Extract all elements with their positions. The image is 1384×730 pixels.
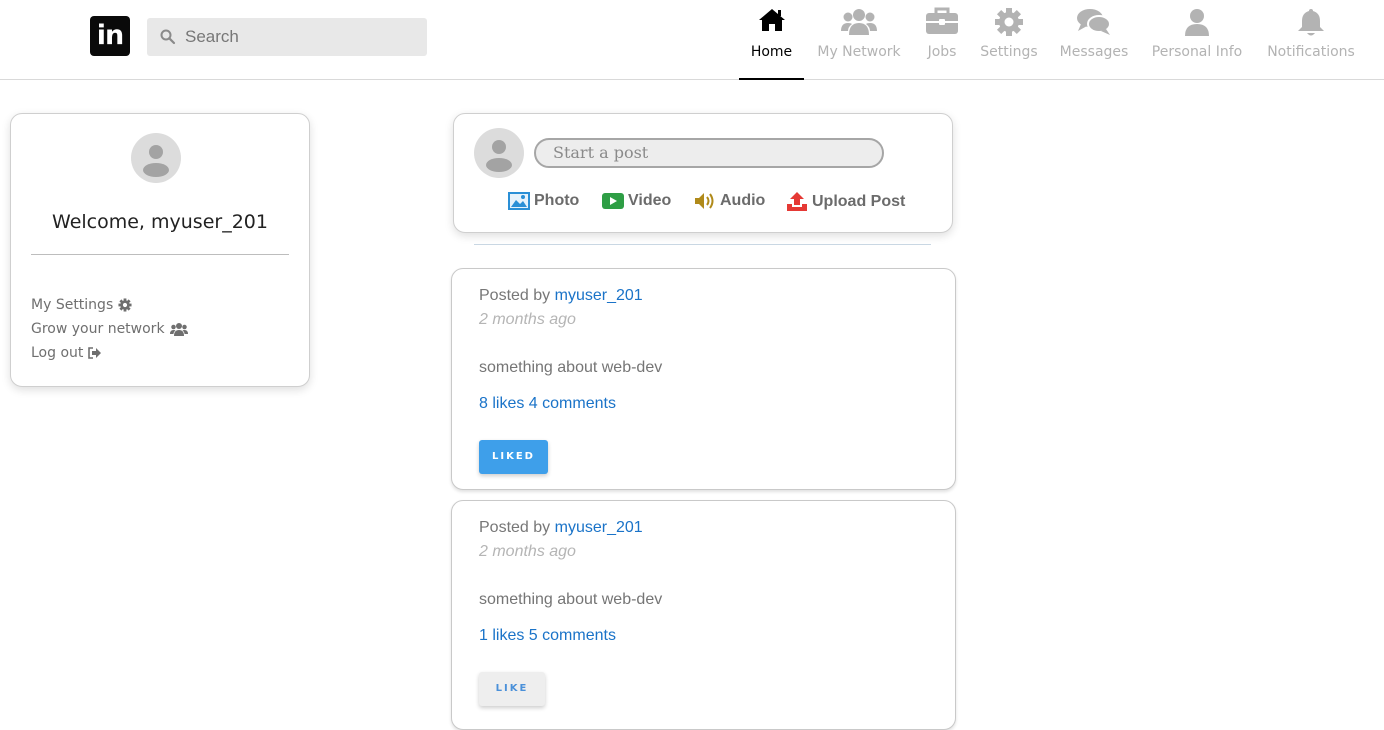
post-byline: Posted by myuser_201: [479, 287, 643, 305]
top-navbar: in Home My Network Jobs Settings Message…: [0, 0, 1384, 80]
nav-personal-info[interactable]: Personal Info: [1150, 0, 1244, 80]
briefcase-icon: [926, 7, 958, 34]
gear-icon: [995, 8, 1023, 36]
action-label: Audio: [720, 192, 766, 209]
nav-label: Jobs: [927, 44, 957, 60]
upload-post-button[interactable]: Upload Post: [786, 192, 905, 212]
search-input[interactable]: [185, 18, 415, 56]
post-stats-link[interactable]: 1 likes 5 comments: [479, 627, 616, 645]
nav-messages[interactable]: Messages: [1058, 0, 1130, 80]
action-label: Photo: [534, 192, 580, 209]
avatar[interactable]: [474, 128, 524, 178]
home-icon: [758, 9, 785, 31]
post-composer: Start a post Photo Video Audio Upload Po…: [453, 113, 953, 233]
action-label: Upload Post: [812, 193, 906, 210]
post-card: Posted by myuser_201 2 months ago someth…: [451, 500, 956, 730]
upload-icon: [787, 192, 807, 211]
profile-card: Welcome, myuser_201 My Settings Grow you…: [10, 113, 310, 387]
nav-label: Home: [750, 44, 793, 60]
post-stats-link[interactable]: 8 likes 4 comments: [479, 395, 616, 413]
divider: [31, 254, 289, 255]
audio-button[interactable]: Audio: [694, 192, 765, 210]
nav-my-network[interactable]: My Network: [814, 0, 904, 80]
video-icon: [602, 193, 624, 209]
nav-notifications[interactable]: Notifications: [1264, 0, 1358, 80]
gear-icon: [118, 298, 132, 312]
linkedin-logo[interactable]: in: [90, 16, 130, 56]
chat-icon: [1077, 9, 1111, 35]
posted-by-label: Posted by: [479, 287, 551, 304]
liked-button[interactable]: LIKED: [479, 440, 548, 474]
author-link[interactable]: myuser_201: [555, 519, 643, 536]
nav-label: Settings: [980, 44, 1038, 60]
action-label: Video: [628, 192, 672, 209]
post-timestamp: 2 months ago: [479, 543, 576, 560]
grow-network-link[interactable]: Grow your network: [31, 321, 188, 337]
bell-icon: [1298, 9, 1324, 36]
user-icon: [1185, 9, 1209, 36]
post-byline: Posted by myuser_201: [479, 519, 643, 537]
log-out-link[interactable]: Log out: [31, 345, 102, 361]
users-icon: [841, 9, 877, 35]
link-label: My Settings: [31, 297, 114, 313]
audio-icon: [695, 193, 714, 209]
search-icon: [160, 29, 176, 45]
search-bar[interactable]: [147, 18, 427, 56]
avatar[interactable]: [131, 133, 181, 183]
nav-home[interactable]: Home: [739, 0, 804, 80]
link-label: Grow your network: [31, 321, 165, 337]
feed-divider: [474, 244, 931, 245]
user-icon: [486, 140, 512, 172]
users-icon: [169, 322, 188, 336]
welcome-text: Welcome, myuser_201: [52, 211, 268, 233]
photo-icon: [508, 192, 530, 210]
post-timestamp: 2 months ago: [479, 311, 576, 328]
my-settings-link[interactable]: My Settings: [31, 297, 132, 313]
video-button[interactable]: Video: [602, 192, 671, 210]
nav-label: Notifications: [1267, 44, 1355, 60]
like-button[interactable]: LIKE: [479, 672, 545, 706]
sign-out-icon: [88, 347, 102, 359]
author-link[interactable]: myuser_201: [555, 287, 643, 304]
post-body: something about web-dev: [479, 359, 663, 376]
nav-jobs[interactable]: Jobs: [921, 0, 963, 80]
nav-settings[interactable]: Settings: [979, 0, 1039, 80]
photo-button[interactable]: Photo: [508, 192, 579, 210]
start-post-input[interactable]: Start a post: [534, 138, 884, 168]
nav-label: Personal Info: [1151, 44, 1243, 60]
user-icon: [143, 145, 169, 177]
nav-label: My Network: [817, 44, 901, 60]
link-label: Log out: [31, 345, 84, 361]
post-card: Posted by myuser_201 2 months ago someth…: [451, 268, 956, 490]
posted-by-label: Posted by: [479, 519, 551, 536]
nav-label: Messages: [1059, 44, 1129, 60]
post-body: something about web-dev: [479, 591, 663, 608]
